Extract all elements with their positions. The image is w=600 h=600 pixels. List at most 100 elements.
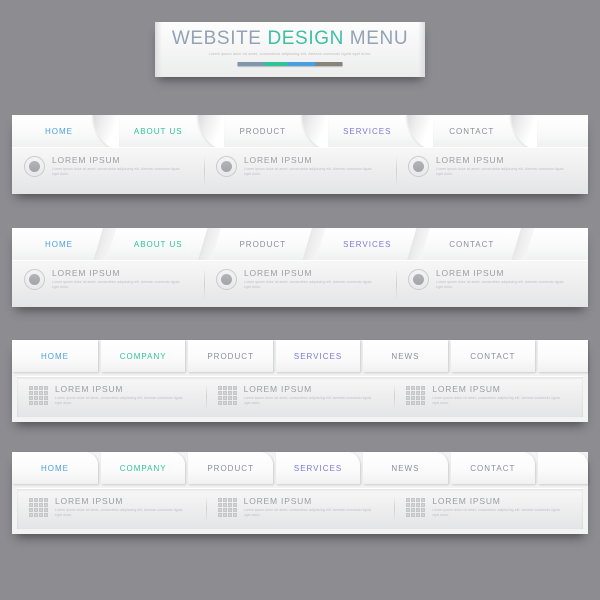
content-cell[interactable]: LOREM IPSUM Lorem ipsum dolor sit amet, c… [12,148,204,194]
content-cell-text: LOREM IPSUM Lorem ipsum dolor sit amet, c… [436,155,571,176]
content-cell[interactable]: LOREM IPSUM Lorem ipsum dolor sit amet, c… [396,261,588,307]
accent-segment-1 [264,62,288,66]
nav-item-product[interactable]: PRODUCT [188,452,273,484]
nav-item-home[interactable]: HOME [12,228,106,260]
accent-segment-0 [237,62,265,66]
circle-bullet-icon [24,156,45,177]
nav-item-home[interactable]: HOME [12,340,98,372]
nav-item-endcap [538,452,589,484]
content-cell[interactable]: LOREM IPSUM Lorem ipsum dolor sit amet, c… [204,148,396,194]
nav-item-label: ABOUT US [133,126,183,136]
content-cell-text: LOREM IPSUM Lorem ipsum dolor sit amet, c… [432,496,567,517]
nav-item-about-us[interactable]: ABOUT US [93,228,211,260]
title-word-website: WEBSITE [171,28,262,49]
menu-panel-menu-curved-tabs: HOME ABOUT US PRODUCT SERVICES CONTACT LOREM … [12,115,588,194]
nav-bar: HOME COMPANY PRODUCT SERVICES NEWS CONTACT [12,340,589,372]
nav-item-label: PRODUCT [207,463,254,473]
content-cell-title: LOREM IPSUM [436,155,505,165]
title-subtitle: Lorem ipsum dolor sit amet, consectetur … [208,52,372,56]
circle-bullet-icon [408,269,429,290]
content-cell-text: LOREM IPSUM Lorem ipsum dolor sit amet, c… [432,384,567,405]
content-cell-text: LOREM IPSUM Lorem ipsum dolor sit amet, c… [244,268,379,289]
content-cell[interactable]: LOREM IPSUM Lorem ipsum dolor sit amet, c… [204,261,396,307]
content-cell-title: LOREM IPSUM [52,155,121,165]
content-strip: LOREM IPSUM Lorem ipsum dolor sit amet, c… [17,488,583,529]
title-word-design: DESIGN [267,28,344,49]
content-cell-title: LOREM IPSUM [244,268,313,278]
content-strip: LOREM IPSUM Lorem ipsum dolor sit amet, c… [17,376,583,417]
circle-bullet-icon [216,269,237,290]
nav-item-label: NEWS [391,463,420,473]
nav-item-endcap [538,340,589,372]
title-word-menu: MENU [349,28,409,49]
nav-item-about-us[interactable]: ABOUT US [93,115,211,147]
circle-bullet-icon [24,269,45,290]
content-cell[interactable]: LOREM IPSUM Lorem ipsum dolor sit amet, c… [394,377,583,417]
content-cell[interactable]: LOREM IPSUM Lorem ipsum dolor sit amet, c… [396,148,588,194]
nav-item-contact[interactable]: CONTACT [450,340,536,372]
accent-bar [237,62,343,66]
page-title: WEBSITE DESIGN MENU [155,28,425,50]
content-cell-body: Lorem ipsum dolor sit amet, consectetur … [432,396,560,405]
nav-item-services[interactable]: SERVICES [302,228,420,260]
nav-item-news[interactable]: NEWS [363,340,448,372]
nav-item-product[interactable]: PRODUCT [197,115,316,147]
nav-bar: HOME ABOUT US PRODUCT SERVICES CONTACT [12,115,588,147]
nav-item-label: SERVICES [293,463,343,473]
grid-squares-icon [217,498,237,517]
nav-item-label: COMPANY [119,351,167,361]
content-cell[interactable]: LOREM IPSUM Lorem ipsum dolor sit amet, c… [17,377,206,417]
nav-item-label: PRODUCT [239,239,287,249]
content-cell[interactable]: LOREM IPSUM Lorem ipsum dolor sit amet, c… [12,261,204,307]
content-cell-text: LOREM IPSUM Lorem ipsum dolor sit amet, c… [52,268,187,289]
nav-item-services[interactable]: SERVICES [275,340,361,372]
grid-squares-icon [217,386,237,405]
content-cell-body: Lorem ipsum dolor sit amet, consectetur … [244,167,372,176]
content-cell-title: LOREM IPSUM [52,268,121,278]
nav-item-label: HOME [41,463,69,473]
nav-item-label: CONTACT [449,239,495,249]
nav-item-label: PRODUCT [239,126,287,136]
menu-panel-menu-square-blocks: HOME COMPANY PRODUCT SERVICES NEWS CONTACT LOR… [12,340,589,422]
content-cell-body: Lorem ipsum dolor sit amet, consectetur … [432,508,560,517]
content-cell-body: Lorem ipsum dolor sit amet, consectetur … [55,508,183,517]
menu-panel-menu-slanted-tabs: HOME ABOUT US PRODUCT SERVICES CONTACT LOREM … [12,228,588,307]
nav-item-label: CONTACT [470,463,516,473]
content-cell[interactable]: LOREM IPSUM Lorem ipsum dolor sit amet, c… [17,489,206,529]
nav-item-label: HOME [41,351,69,361]
nav-item-contact[interactable]: CONTACT [406,115,525,147]
content-cell-body: Lorem ipsum dolor sit amet, consectetur … [52,280,180,289]
content-cell[interactable]: LOREM IPSUM Lorem ipsum dolor sit amet, c… [394,489,583,529]
nav-item-label: SERVICES [343,126,392,136]
content-cell-title: LOREM IPSUM [432,496,501,506]
nav-bar: HOME ABOUT US PRODUCT SERVICES CONTACT [12,228,588,260]
nav-item-label: NEWS [391,351,420,361]
nav-item-label: ABOUT US [133,239,183,249]
content-cell[interactable]: LOREM IPSUM Lorem ipsum dolor sit amet, c… [205,377,395,417]
nav-item-home[interactable]: HOME [12,452,98,484]
nav-item-news[interactable]: NEWS [363,452,448,484]
content-cell-text: LOREM IPSUM Lorem ipsum dolor sit amet, c… [244,155,379,176]
content-cell-title: LOREM IPSUM [55,496,124,506]
menu-panel-menu-rounded-blocks: HOME COMPANY PRODUCT SERVICES NEWS CONTACT LOR… [12,452,589,534]
nav-item-services[interactable]: SERVICES [275,452,361,484]
content-cell[interactable]: LOREM IPSUM Lorem ipsum dolor sit amet, c… [205,489,395,529]
nav-item-label: COMPANY [119,463,167,473]
nav-item-services[interactable]: SERVICES [302,115,420,147]
nav-item-label: PRODUCT [207,351,254,361]
nav-item-product[interactable]: PRODUCT [188,340,273,372]
accent-segment-2 [287,62,316,66]
nav-item-label: CONTACT [470,351,516,361]
content-cell-text: LOREM IPSUM Lorem ipsum dolor sit amet, c… [55,496,190,517]
grid-squares-icon [29,386,48,405]
nav-item-home[interactable]: HOME [12,115,106,147]
content-cell-body: Lorem ipsum dolor sit amet, consectetur … [436,280,564,289]
nav-item-product[interactable]: PRODUCT [197,228,316,260]
nav-item-company[interactable]: COMPANY [101,340,186,372]
nav-item-contact[interactable]: CONTACT [406,228,525,260]
nav-item-company[interactable]: COMPANY [101,452,186,484]
nav-item-label: SERVICES [343,239,392,249]
content-cell-text: LOREM IPSUM Lorem ipsum dolor sit amet, c… [244,384,379,405]
content-cell-body: Lorem ipsum dolor sit amet, consectetur … [244,280,372,289]
nav-item-contact[interactable]: CONTACT [450,452,536,484]
